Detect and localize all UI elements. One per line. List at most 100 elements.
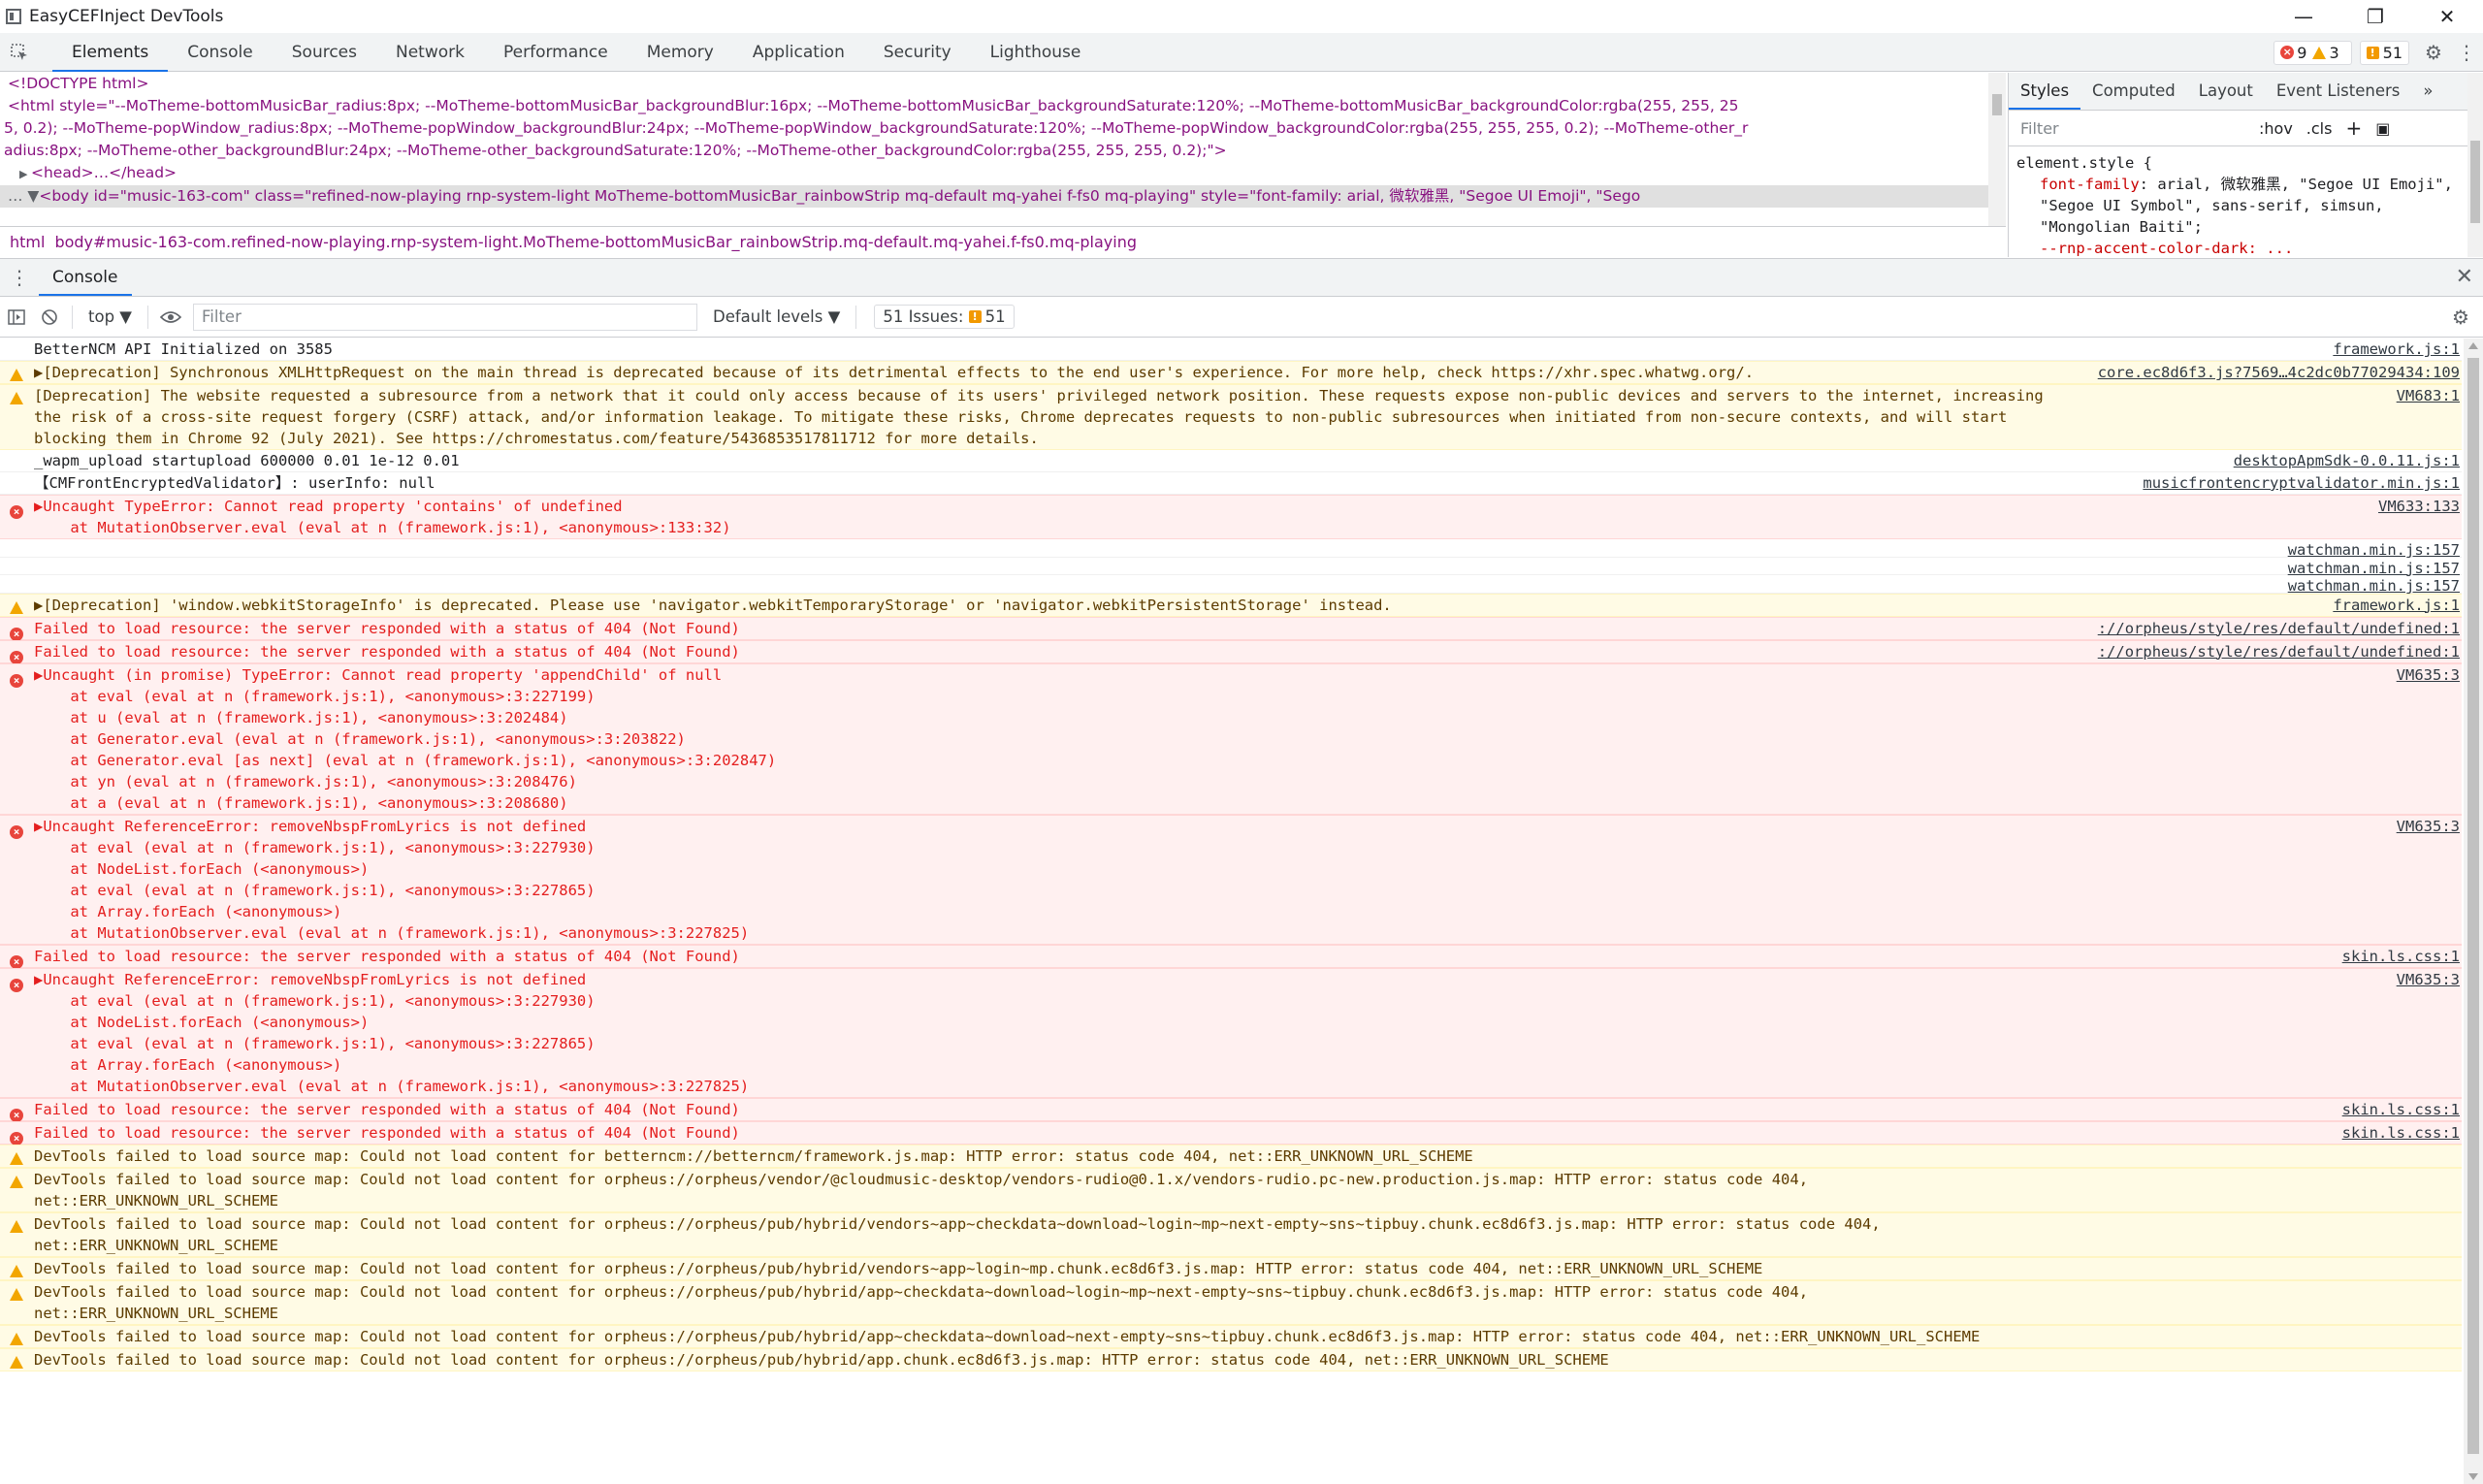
console-message-error[interactable]: × ▶Uncaught ReferenceError: removeNbspFro…	[0, 967, 2462, 1098]
tab-lighthouse[interactable]: Lighthouse	[971, 33, 1101, 72]
message-text: DevTools failed to load source map: Coul…	[34, 1214, 1890, 1254]
issues-button[interactable]: 51 Issues: ! 51	[874, 305, 1015, 329]
font-family-declaration[interactable]: font-family: arial, 微软雅黑, "Segoe UI Emoj…	[2016, 174, 2457, 238]
console-filter-input[interactable]: Filter	[193, 303, 697, 331]
console-message-error[interactable]: × ▶Uncaught (in promise) TypeError: Canno…	[0, 662, 2462, 815]
console-message-warn[interactable]: ▶[Deprecation] 'window.webkitStorageInfo…	[0, 593, 2462, 617]
drawer-tab-console[interactable]: Console	[39, 259, 132, 296]
console-message-warn[interactable]: [Deprecation] The website requested a su…	[0, 384, 2462, 450]
console-message-info[interactable]: _wapm_upload startupload 600000 0.01 1e-…	[0, 450, 2462, 472]
issues-counter[interactable]: ! 51	[2359, 40, 2409, 65]
message-source-link[interactable]: skin.ls.css:1	[2342, 946, 2460, 967]
console-message-error[interactable]: × Failed to load resource: the server res…	[0, 944, 2462, 969]
settings-gear-icon[interactable]: ⚙	[2417, 33, 2450, 72]
console-message-warn[interactable]: DevTools failed to load source map: Coul…	[0, 1211, 2462, 1257]
drawer-menu-icon[interactable]: ⋮	[0, 266, 39, 289]
live-expression-eye-icon[interactable]	[154, 298, 187, 337]
inspect-element-icon[interactable]	[0, 33, 39, 72]
context-selector[interactable]: top ▼	[79, 307, 142, 326]
console-message-error[interactable]: × Failed to load resource: the server res…	[0, 1120, 2462, 1145]
console-message-warn[interactable]: DevTools failed to load source map: Coul…	[0, 1256, 2462, 1280]
clear-console-icon[interactable]	[33, 298, 66, 337]
tab-memory[interactable]: Memory	[628, 33, 733, 72]
doctype-node[interactable]: <!DOCTYPE html>	[0, 73, 2006, 95]
new-rule-button[interactable]: +	[2345, 116, 2362, 140]
tab-sources[interactable]: Sources	[273, 33, 376, 72]
message-source-link[interactable]: skin.ls.css:1	[2342, 1099, 2460, 1120]
head-node[interactable]: ▶ <head>…</head>	[0, 162, 2006, 185]
styles-filter-input[interactable]: Filter	[2020, 119, 2245, 138]
message-source-link[interactable]: VM633:133	[2378, 496, 2460, 517]
log-levels-label: Default levels	[713, 307, 823, 326]
restore-button[interactable]: ❐	[2339, 0, 2411, 33]
console-message-warn[interactable]: DevTools failed to load source map: Coul…	[0, 1144, 2462, 1168]
message-text: DevTools failed to load source map: Coul…	[34, 1170, 1818, 1210]
sidebar-toggle-icon[interactable]	[0, 298, 33, 337]
tab-elements[interactable]: Elements	[52, 33, 169, 72]
console-message-info[interactable]: 【CMFrontEncryptedValidator】: userInfo: n…	[0, 472, 2462, 495]
message-source-link[interactable]: framework.js:1	[2333, 339, 2460, 360]
console-message-error[interactable]: × Failed to load resource: the server res…	[0, 1097, 2462, 1122]
console-message-info[interactable]: BetterNCM API Initialized on 3585 framewo…	[0, 339, 2462, 361]
console-settings-gear-icon[interactable]: ⚙	[2444, 297, 2477, 338]
minimize-button[interactable]: —	[2268, 0, 2339, 33]
tab-computed[interactable]: Computed	[2080, 73, 2187, 110]
tab-layout[interactable]: Layout	[2187, 73, 2265, 110]
issues-count: 51	[2382, 43, 2402, 62]
title-bar: EasyCEFInject DevTools — ❐ ✕	[0, 0, 2483, 33]
console-message-error[interactable]: × Failed to load resource: the server res…	[0, 616, 2462, 641]
more-tabs-icon[interactable]: »	[2411, 73, 2444, 110]
breadcrumb-body[interactable]: body#music-163-com.refined-now-playing.r…	[54, 233, 1137, 251]
tab-application[interactable]: Application	[733, 33, 864, 72]
console-message-warn[interactable]: DevTools failed to load source map: Coul…	[0, 1324, 2462, 1348]
tab-event-listeners[interactable]: Event Listeners	[2265, 73, 2412, 110]
message-source-link[interactable]: desktopApmSdk-0.0.11.js:1	[2234, 450, 2460, 471]
message-source-link[interactable]: ://orpheus/style/res/default/undefined:1	[2098, 618, 2460, 639]
message-source-link[interactable]: ://orpheus/style/res/default/undefined:1	[2098, 641, 2460, 662]
console-message-error[interactable]: × Failed to load resource: the server res…	[0, 639, 2462, 664]
breadcrumb-html[interactable]: html	[10, 233, 45, 251]
tab-performance[interactable]: Performance	[484, 33, 628, 72]
hov-button[interactable]: :hov	[2259, 119, 2293, 138]
cls-button[interactable]: .cls	[2306, 119, 2333, 138]
tab-console[interactable]: Console	[168, 33, 273, 72]
console-message-warn[interactable]: DevTools failed to load source map: Coul…	[0, 1347, 2462, 1371]
more-options-icon[interactable]: ⋮	[2450, 33, 2483, 72]
console-message-info[interactable]: watchman.min.js:157	[0, 558, 2462, 577]
toggle-sidebar-icon[interactable]: ▣	[2375, 119, 2390, 138]
message-source-link[interactable]: core.ec8d6f3.js?7569…4c2dc0b77029434:109	[2098, 362, 2460, 383]
html-node-line1[interactable]: <html style="--MoTheme-bottomMusicBar_ra…	[0, 95, 2006, 117]
console-message-error[interactable]: × ▶Uncaught ReferenceError: removeNbspFro…	[0, 814, 2462, 945]
console-message-error[interactable]: × ▶Uncaught TypeError: Cannot read proper…	[0, 495, 2462, 539]
close-window-button[interactable]: ✕	[2411, 0, 2483, 33]
styles-scrollbar[interactable]	[2467, 73, 2483, 257]
close-drawer-icon[interactable]: ✕	[2456, 265, 2473, 289]
tab-network[interactable]: Network	[376, 33, 484, 72]
message-text: ▶Uncaught ReferenceError: removeNbspFrom…	[34, 970, 750, 1095]
error-icon: ×	[10, 973, 26, 994]
log-levels-dropdown[interactable]: Default levels ▼	[703, 307, 850, 326]
message-text: ▶Uncaught ReferenceError: removeNbspFrom…	[34, 817, 750, 942]
message-text: ▶[Deprecation] 'window.webkitStorageInfo…	[34, 596, 1392, 614]
warning-icon	[10, 1173, 26, 1194]
body-node-text: <body id="music-163-com" class="refined-…	[39, 187, 1641, 205]
message-source-link[interactable]: VM683:1	[2397, 385, 2460, 406]
console-message-info[interactable]: watchman.min.js:157	[0, 575, 2462, 595]
console-messages: BetterNCM API Initialized on 3585 framewo…	[0, 339, 2462, 1484]
message-source-link[interactable]: framework.js:1	[2333, 595, 2460, 616]
console-scrollbar[interactable]	[2464, 339, 2483, 1484]
tab-styles[interactable]: Styles	[2009, 73, 2081, 110]
message-source-link[interactable]: VM635:3	[2397, 969, 2460, 990]
elements-scrollbar[interactable]	[1988, 73, 2006, 226]
message-source-link[interactable]: VM635:3	[2397, 664, 2460, 686]
console-message-warn[interactable]: DevTools failed to load source map: Coul…	[0, 1279, 2462, 1325]
error-warning-counter[interactable]: × 9 3	[2273, 40, 2352, 65]
console-message-warn[interactable]: DevTools failed to load source map: Coul…	[0, 1167, 2462, 1212]
body-node[interactable]: … ▼<body id="music-163-com" class="refin…	[0, 185, 2006, 208]
tab-security[interactable]: Security	[864, 33, 971, 72]
console-message-info[interactable]: watchman.min.js:157	[0, 539, 2462, 559]
message-source-link[interactable]: skin.ls.css:1	[2342, 1122, 2460, 1144]
message-source-link[interactable]: VM635:3	[2397, 816, 2460, 837]
message-source-link[interactable]: musicfrontencryptvalidator.min.js:1	[2143, 472, 2460, 494]
console-message-warn[interactable]: ▶[Deprecation] Synchronous XMLHttpReques…	[0, 361, 2462, 384]
